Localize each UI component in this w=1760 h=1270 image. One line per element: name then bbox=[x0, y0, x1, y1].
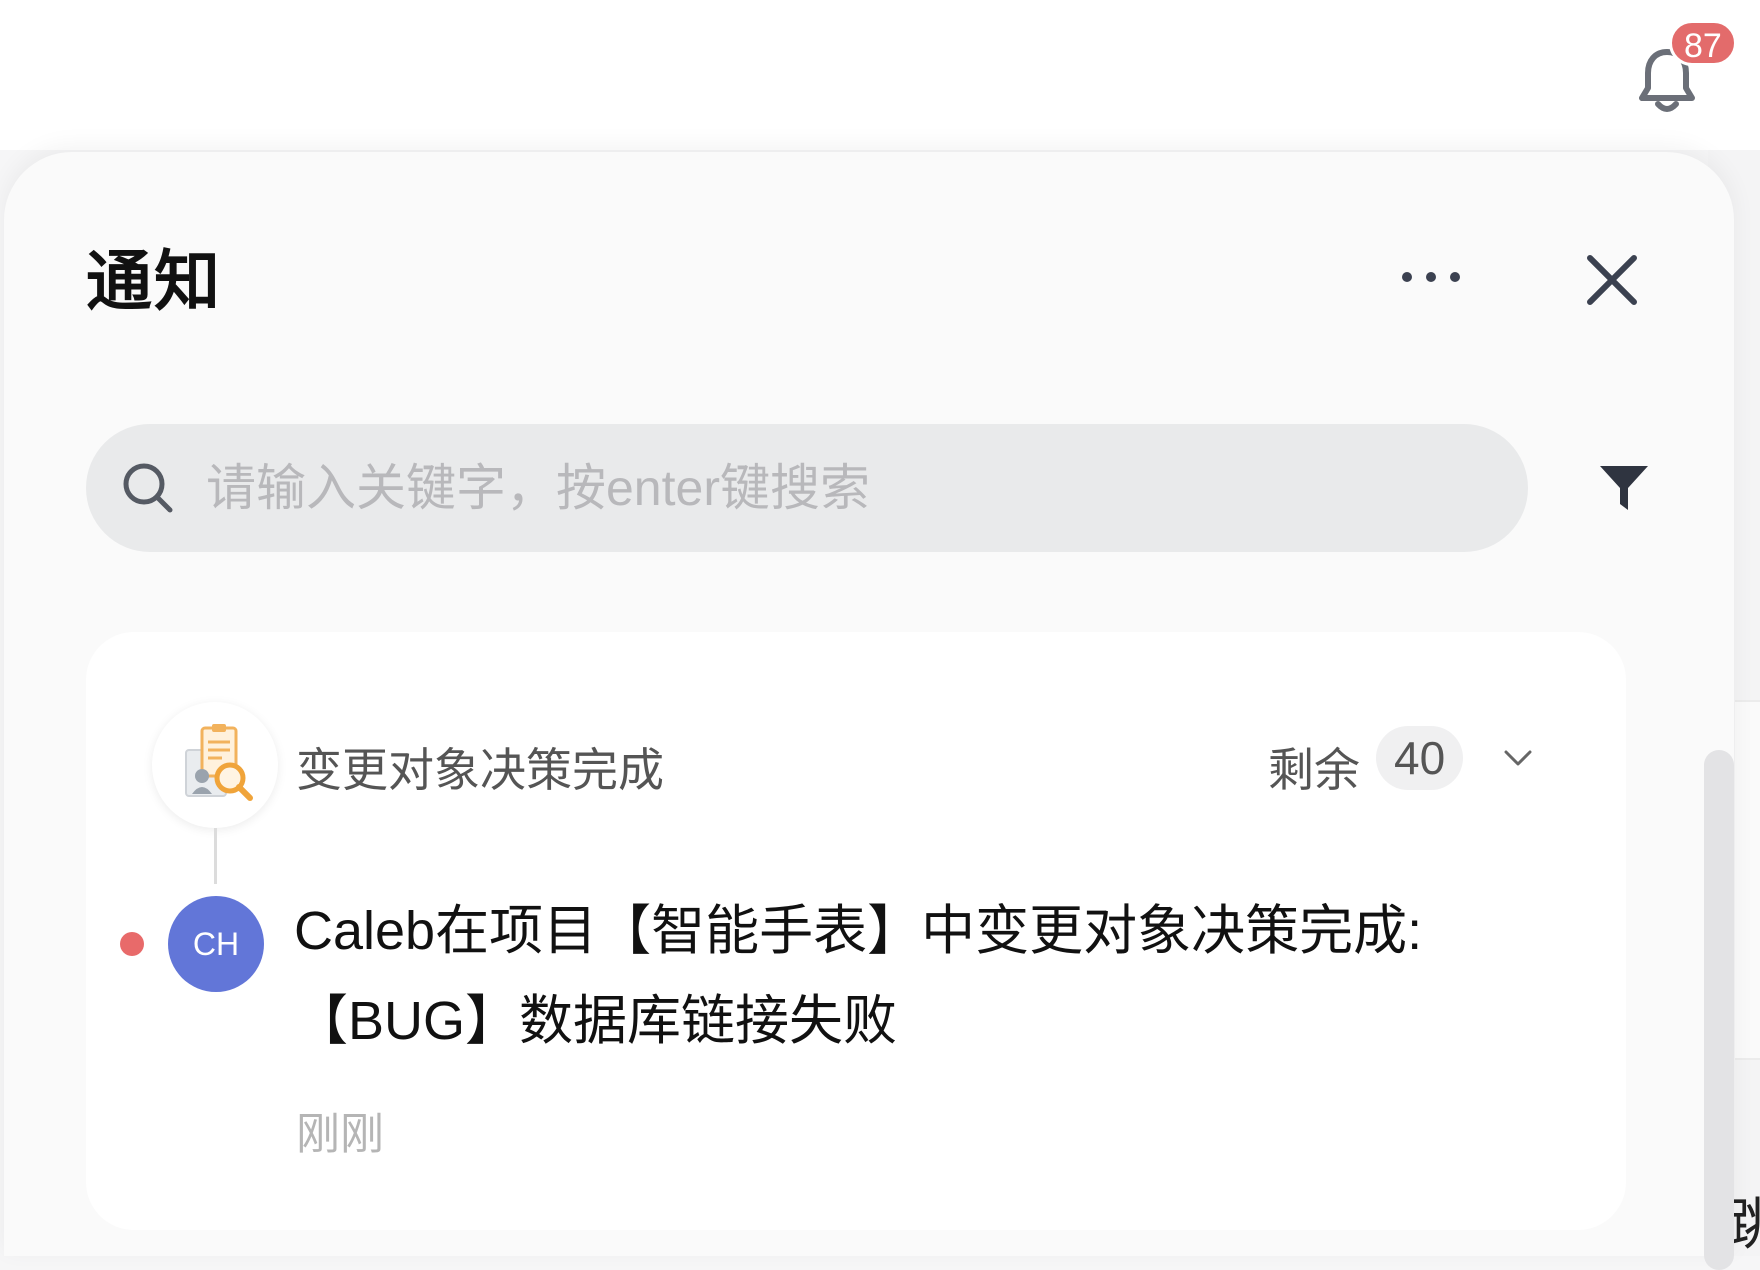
notification-time: 刚刚 bbox=[296, 1110, 384, 1159]
avatar: CH bbox=[168, 896, 264, 992]
search-icon bbox=[123, 463, 173, 513]
search-bar[interactable] bbox=[86, 424, 1528, 552]
panel-title: 通知 bbox=[86, 244, 222, 318]
group-title: 变更对象决策完成 bbox=[296, 744, 664, 796]
scrollbar-thumb[interactable] bbox=[1704, 750, 1734, 1270]
document-search-icon bbox=[185, 724, 253, 801]
close-button[interactable] bbox=[1580, 248, 1644, 312]
group-icon bbox=[152, 702, 278, 828]
timeline-connector bbox=[214, 828, 217, 884]
top-bar: 87 bbox=[0, 0, 1760, 150]
remaining-label: 剩余 bbox=[1268, 744, 1360, 796]
notification-panel: 通知 请输入关键字，按enter键搜索 变更对象决策完成 剩余 40 CH Ca… bbox=[4, 152, 1734, 1270]
notification-group-card: 变更对象决策完成 剩余 40 CH Caleb在项目【智能手表】中变更对象决策完… bbox=[86, 632, 1626, 1230]
more-options-button[interactable] bbox=[1396, 252, 1468, 302]
filter-icon bbox=[1600, 466, 1648, 510]
filter-button[interactable] bbox=[1594, 458, 1654, 518]
background-card-edge bbox=[1735, 700, 1760, 1060]
more-dots-icon bbox=[1402, 272, 1412, 282]
unread-dot bbox=[120, 932, 144, 956]
notification-message[interactable]: Caleb在项目【智能手表】中变更对象决策完成:【BUG】数据库链接失败 bbox=[294, 886, 1594, 1066]
close-icon bbox=[1587, 255, 1637, 305]
remaining-count-badge: 40 bbox=[1376, 726, 1464, 790]
search-input[interactable] bbox=[206, 448, 1496, 528]
notification-count-badge: 87 bbox=[1669, 20, 1737, 66]
chevron-down-icon bbox=[1504, 750, 1532, 766]
expand-group-button[interactable] bbox=[1498, 738, 1538, 778]
